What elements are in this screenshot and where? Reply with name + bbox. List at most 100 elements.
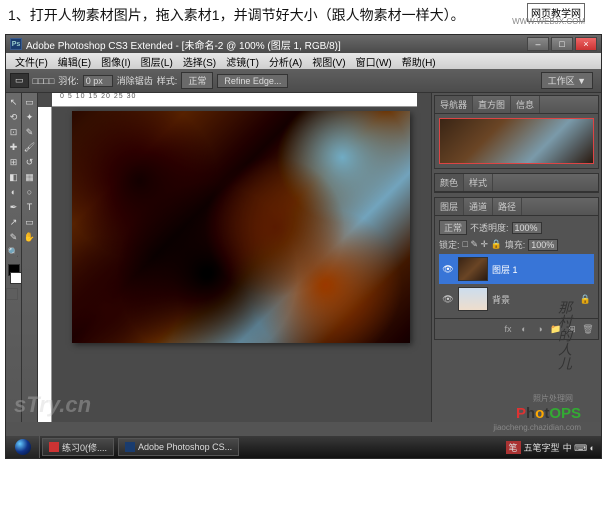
tab-layers[interactable]: 图层: [435, 198, 464, 215]
eye-icon[interactable]: 👁: [442, 263, 454, 275]
ps-app-icon: Ps: [10, 38, 22, 50]
eyedrop-tool-icon[interactable]: ✎: [23, 125, 37, 139]
trash-icon[interactable]: 🗑: [581, 322, 595, 336]
path-tool-icon[interactable]: ↗: [7, 215, 21, 229]
fill-label: 填充:: [505, 238, 526, 251]
tab-info[interactable]: 信息: [511, 96, 540, 113]
color-panel: 颜色 样式: [434, 173, 599, 193]
minimize-button[interactable]: –: [527, 37, 549, 51]
site-url: WWW.WEBJX.COM: [512, 17, 585, 26]
wand-tool-icon[interactable]: ✦: [23, 110, 37, 124]
tab-paths[interactable]: 路径: [493, 198, 522, 215]
toolbox-right: ▭ ✦ ✎ 🖌 ↺ ▦ ○ T ▭ ✋: [22, 93, 38, 440]
menu-edit[interactable]: 编辑(E): [53, 53, 96, 69]
menu-view[interactable]: 视图(V): [307, 53, 350, 69]
workspace-dropdown[interactable]: 工作区 ▼: [541, 72, 593, 89]
tool-preset-icon[interactable]: ▭: [10, 73, 29, 88]
app-icon: [49, 442, 59, 452]
taskbar-item-2[interactable]: Adobe Photoshop CS...: [118, 438, 239, 456]
menu-image[interactable]: 图像(I): [96, 53, 135, 69]
adjustment-icon[interactable]: ◑: [533, 322, 547, 336]
navigator-thumb[interactable]: [439, 118, 594, 164]
menu-layer[interactable]: 图层(L): [136, 53, 178, 69]
ime-box-icon: 笔: [506, 441, 521, 454]
layer-row-1[interactable]: 👁 图层 1: [439, 254, 594, 284]
crop-tool-icon[interactable]: ⊡: [7, 125, 21, 139]
marquee-tool-icon[interactable]: ▭: [23, 95, 37, 109]
tab-color[interactable]: 颜色: [435, 174, 464, 191]
ruler-vertical: [38, 107, 52, 426]
gradient-tool-icon[interactable]: ▦: [23, 170, 37, 184]
antialias-check[interactable]: 消除锯齿: [117, 74, 153, 87]
ps-icon: [125, 442, 135, 452]
style-dropdown[interactable]: 正常: [181, 72, 213, 89]
close-button[interactable]: ×: [575, 37, 597, 51]
history-tool-icon[interactable]: ↺: [23, 155, 37, 169]
pen-tool-icon[interactable]: ✒: [7, 200, 21, 214]
quickmask-icon[interactable]: [6, 288, 18, 300]
photoshop-window: Ps Adobe Photoshop CS3 Extended - [未命名-2…: [5, 34, 602, 459]
eye-icon[interactable]: 👁: [442, 293, 454, 305]
ruler-horizontal: [52, 93, 417, 107]
feather-label: 羽化:: [58, 74, 79, 87]
layer-name-bg: 背景: [492, 293, 510, 306]
tab-navigator[interactable]: 导航器: [435, 96, 473, 113]
menu-select[interactable]: 选择(S): [178, 53, 221, 69]
refine-edge-button[interactable]: Refine Edge...: [217, 74, 288, 88]
style-label: 样式:: [157, 74, 178, 87]
brush-tool-icon[interactable]: 🖌: [23, 140, 37, 154]
windows-taskbar: 练习0(修.... Adobe Photoshop CS... 笔 五笔字型 中…: [6, 436, 601, 458]
canvas-area: 100% 文档:44.9K/1.93M: [38, 93, 431, 440]
menu-file[interactable]: 文件(F): [10, 53, 53, 69]
menu-window[interactable]: 窗口(W): [351, 53, 397, 69]
watermark-stry: sTry.cn: [14, 392, 91, 418]
menu-help[interactable]: 帮助(H): [397, 53, 441, 69]
maximize-button[interactable]: □: [551, 37, 573, 51]
lock-icons[interactable]: □ ✎ ✛ 🔒: [463, 239, 502, 250]
tab-styles[interactable]: 样式: [464, 174, 493, 191]
window-title: Adobe Photoshop CS3 Extended - [未命名-2 @ …: [26, 37, 527, 52]
shape-tool-icon[interactable]: ▭: [23, 215, 37, 229]
dodge-tool-icon[interactable]: ○: [23, 185, 37, 199]
texture-image: [72, 111, 410, 343]
menu-filter[interactable]: 滤镜(T): [221, 53, 264, 69]
lasso-tool-icon[interactable]: ⟲: [7, 110, 21, 124]
opacity-input[interactable]: [512, 222, 542, 234]
titlebar: Ps Adobe Photoshop CS3 Extended - [未命名-2…: [6, 35, 601, 53]
ime-indicator[interactable]: 笔 五笔字型 中 ⌨ ◐: [506, 441, 595, 454]
lock-label: 锁定:: [439, 238, 460, 251]
layer-thumb-1: [458, 257, 488, 281]
start-button[interactable]: [6, 436, 40, 458]
taskbar-item-1[interactable]: 练习0(修....: [42, 438, 114, 456]
opacity-label: 不透明度:: [470, 221, 509, 234]
notes-tool-icon[interactable]: ✎: [7, 230, 21, 244]
fx-icon[interactable]: fx: [501, 322, 515, 336]
watermark-sub: 照片处理网: [533, 393, 573, 404]
fill-input[interactable]: [528, 239, 558, 251]
type-tool-icon[interactable]: T: [23, 200, 37, 214]
background-swatch[interactable]: [10, 272, 22, 284]
color-swatches[interactable]: [6, 264, 21, 284]
feather-input[interactable]: [83, 75, 113, 87]
heal-tool-icon[interactable]: ✚: [7, 140, 21, 154]
blur-tool-icon[interactable]: ◐: [7, 185, 21, 199]
zoom-tool-icon[interactable]: 🔍: [7, 245, 21, 259]
mask-icon[interactable]: ◐: [517, 322, 531, 336]
panels-dock: 导航器 直方图 信息 颜色 样式 图层 通道 路径: [431, 93, 601, 440]
toolbox-left: ↖ ⟲ ⊡ ✚ ⊞ ◧ ◐ ✒ ↗ ✎ 🔍: [6, 93, 22, 440]
layer-thumb-bg: [458, 287, 488, 311]
hand-tool-icon[interactable]: ✋: [23, 230, 37, 244]
menu-analysis[interactable]: 分析(A): [264, 53, 307, 69]
layer-panel-icons: fx ◐ ◑ 📁 ⊞ 🗑: [435, 318, 598, 339]
tab-channels[interactable]: 通道: [464, 198, 493, 215]
layers-panel: 图层 通道 路径 正常 不透明度: 锁定: □ ✎ ✛ 🔒 填充:: [434, 197, 599, 340]
watermark-url: jiaocheng.chazidian.com: [493, 423, 581, 432]
navigator-panel: 导航器 直方图 信息: [434, 95, 599, 169]
move-tool-icon[interactable]: ↖: [7, 95, 21, 109]
blend-mode-dropdown[interactable]: 正常: [439, 220, 467, 235]
watermark-logo: PhotOPS: [516, 405, 581, 422]
stamp-tool-icon[interactable]: ⊞: [7, 155, 21, 169]
tab-histogram[interactable]: 直方图: [473, 96, 511, 113]
document-canvas[interactable]: [72, 111, 410, 343]
eraser-tool-icon[interactable]: ◧: [7, 170, 21, 184]
